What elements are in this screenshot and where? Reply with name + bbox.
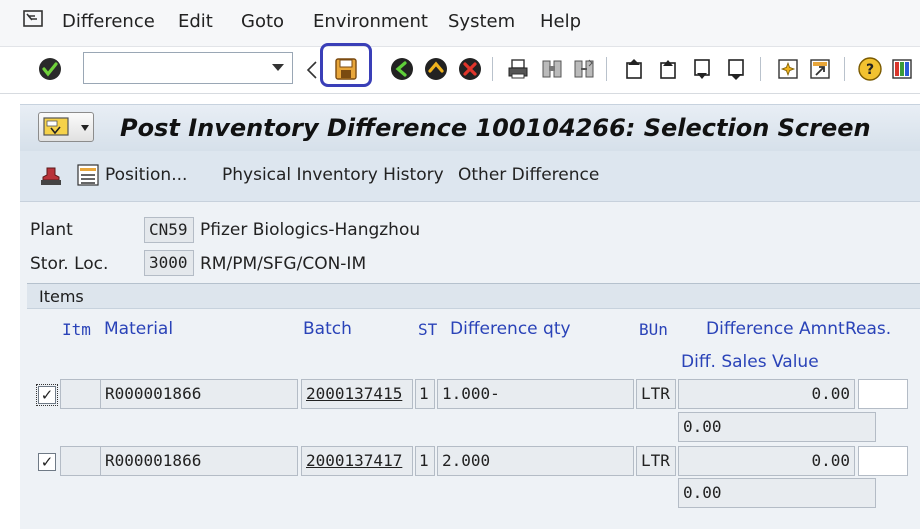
print-icon[interactable] (504, 55, 532, 83)
column-header-material[interactable]: Material (104, 319, 173, 339)
diff-sales-value-field: 0.00 (678, 412, 876, 442)
last-page-icon[interactable] (722, 55, 750, 83)
reason-input[interactable] (858, 446, 908, 476)
shortcut-icon[interactable] (806, 55, 834, 83)
menu-edit[interactable]: Edit (178, 11, 213, 32)
toolbar-separator (492, 57, 493, 81)
plant-label: Plant (30, 220, 73, 240)
application-toolbar: Position... Physical Inventory History O… (20, 151, 920, 202)
column-header-bun[interactable]: BUn (639, 320, 668, 339)
column-header-st[interactable]: ST (418, 320, 437, 339)
stock-type-field: 1 (415, 379, 435, 409)
plant-description: Pfizer Biologics-Hangzhou (200, 220, 421, 240)
toolbar-separator (844, 57, 845, 81)
customize-layout-icon[interactable] (888, 55, 916, 83)
stamp-icon[interactable] (38, 165, 64, 187)
column-header-itm[interactable]: Itm (62, 320, 91, 339)
items-group-title: Items (27, 283, 920, 309)
base-unit-field: LTR (636, 379, 676, 409)
column-header-reason[interactable]: Reas. (845, 319, 891, 339)
physical-inventory-history-button[interactable]: Physical Inventory History (222, 165, 444, 185)
position-icon (77, 164, 99, 186)
selection-screen: Plant CN59 Pfizer Biologics-Hangzhou Sto… (20, 202, 920, 529)
menu-help[interactable]: Help (540, 11, 581, 32)
save-icon[interactable] (332, 55, 360, 83)
material-field: R000001866 (100, 379, 298, 409)
find-icon[interactable] (538, 55, 566, 83)
previous-page-icon[interactable] (654, 55, 682, 83)
title-bar: Post Inventory Difference 100104266: Sel… (20, 104, 920, 152)
new-session-icon[interactable] (774, 55, 802, 83)
menu-difference[interactable]: Difference (62, 11, 155, 32)
menu-goto[interactable]: Goto (241, 11, 284, 32)
storage-location-label: Stor. Loc. (30, 254, 109, 274)
material-field: R000001866 (100, 446, 298, 476)
command-field[interactable] (83, 52, 293, 84)
storage-location-description: RM/PM/SFG/CON-IM (200, 254, 367, 274)
batch-link[interactable]: 2000137415 (301, 379, 413, 409)
toolbar-separator (606, 57, 607, 81)
column-header-diff-sales-value[interactable]: Diff. Sales Value (681, 352, 819, 372)
plant-field: CN59 (144, 217, 194, 243)
column-header-difference-qty[interactable]: Difference qty (450, 319, 571, 339)
screen-menu-icon (43, 117, 69, 136)
collapse-arrow-icon[interactable] (306, 60, 318, 80)
stock-type-field: 1 (415, 446, 435, 476)
exit-icon[interactable] (422, 55, 450, 83)
row-select-checkbox[interactable]: ✓ (36, 384, 58, 406)
page-title: Post Inventory Difference 100104266: Sel… (120, 114, 871, 142)
column-header-difference-amount[interactable]: Difference Amnt (706, 319, 845, 339)
back-icon[interactable] (388, 55, 416, 83)
chevron-down-icon[interactable] (272, 64, 284, 71)
enter-icon[interactable] (36, 55, 64, 83)
next-page-icon[interactable] (688, 55, 716, 83)
toolbar-separator (760, 57, 761, 81)
menu-bar: Difference Edit Goto Environment System … (0, 0, 920, 47)
storage-location-field: 3000 (144, 250, 194, 276)
menu-system[interactable]: System (448, 11, 515, 32)
reason-input[interactable] (858, 379, 908, 409)
find-next-icon[interactable] (570, 55, 598, 83)
other-difference-button[interactable]: Other Difference (458, 165, 599, 185)
help-icon[interactable]: ? (856, 55, 884, 83)
difference-qty-field: 2.000 (437, 446, 634, 476)
column-header-batch[interactable]: Batch (303, 319, 352, 339)
menu-environment[interactable]: Environment (313, 11, 428, 32)
row-select-checkbox[interactable]: ✓ (38, 453, 56, 471)
base-unit-field: LTR (636, 446, 676, 476)
diff-sales-value-field: 0.00 (678, 478, 876, 508)
first-page-icon[interactable] (620, 55, 648, 83)
standard-toolbar: ? (0, 43, 920, 94)
cancel-icon[interactable] (456, 55, 484, 83)
batch-link[interactable]: 2000137417 (301, 446, 413, 476)
difference-amount-field: 0.00 (678, 446, 855, 476)
difference-amount-field: 0.00 (678, 379, 855, 409)
system-menu-icon[interactable] (23, 9, 45, 29)
screen-menu-button[interactable] (38, 112, 94, 142)
difference-qty-field: 1.000- (437, 379, 634, 409)
chevron-down-icon (81, 125, 89, 131)
position-button[interactable]: Position... (105, 165, 187, 185)
svg-text:?: ? (866, 62, 874, 78)
